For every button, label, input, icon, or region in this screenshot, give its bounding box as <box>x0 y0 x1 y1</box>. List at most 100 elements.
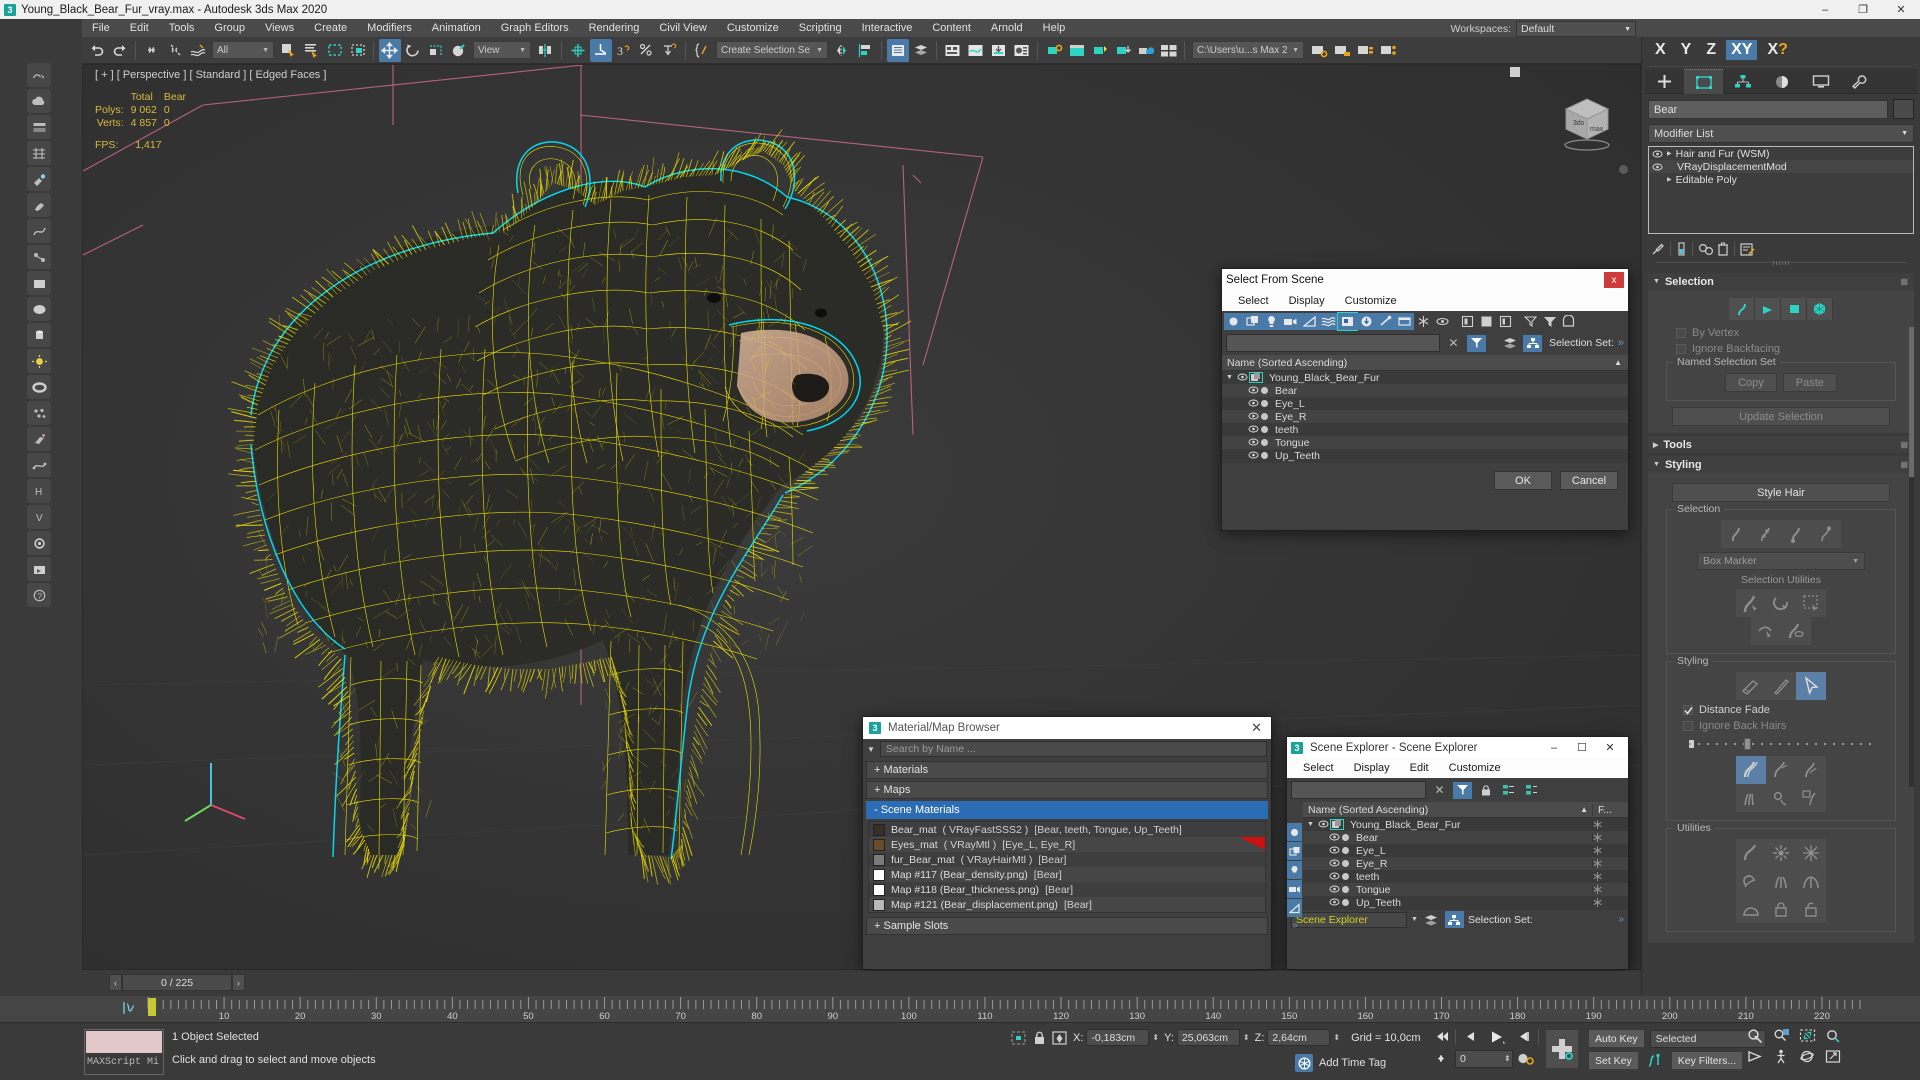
vertex-subobject-icon[interactable] <box>1755 298 1781 320</box>
tab-create[interactable] <box>1645 69 1684 94</box>
box-primitive-icon[interactable] <box>27 271 51 295</box>
filter-cameras-icon[interactable] <box>1281 312 1300 330</box>
filter-space-warps-icon[interactable] <box>1319 312 1338 330</box>
ignore-back-hairs-checkbox[interactable] <box>1683 721 1693 731</box>
hierarchy-icon[interactable] <box>1523 334 1543 352</box>
hair-brush-icon[interactable] <box>1736 672 1766 700</box>
open-project-folder-icon[interactable] <box>1331 39 1353 62</box>
filter-geometry-icon[interactable] <box>1224 312 1243 330</box>
close-button[interactable]: ✕ <box>1596 737 1624 758</box>
command-panel-scrollbar[interactable] <box>1909 327 1914 787</box>
unlink-selection-icon[interactable] <box>164 39 186 62</box>
play-animation-button[interactable] <box>1484 1027 1510 1046</box>
axis-constraint-y[interactable]: Y <box>1676 40 1697 60</box>
help-icon[interactable]: ? <box>27 583 51 607</box>
brush-size-slider[interactable] <box>1689 738 1873 750</box>
next-frame-button[interactable]: › <box>232 974 245 991</box>
menu-item-customize[interactable]: Customize <box>717 19 789 37</box>
style-hair-button[interactable]: Style Hair <box>1671 483 1891 502</box>
filter-helpers-icon[interactable] <box>1300 312 1319 330</box>
tab-hierarchy[interactable] <box>1723 69 1762 94</box>
chevron-down-icon[interactable]: ▼ <box>1411 916 1418 923</box>
scene-material-row[interactable]: fur_Bear_mat ( VRayHairMtl ) [Bear] <box>869 852 1265 867</box>
eye-icon[interactable] <box>1652 163 1663 171</box>
scene-material-row[interactable]: Bear_mat ( VRayFastSSS2 ) [Bear, teeth, To… <box>869 822 1265 837</box>
filter-groups-icon[interactable] <box>1337 311 1358 331</box>
tree-item-row[interactable]: Eye_R <box>1303 857 1628 870</box>
grid-icon[interactable] <box>27 141 51 165</box>
frozen-cell-icon[interactable] <box>1592 859 1628 868</box>
distance-fade-checkbox-row[interactable]: Distance Fade <box>1683 704 1887 716</box>
toggle-scene-explorer-button[interactable] <box>886 38 909 62</box>
material-group-maps[interactable]: + Maps <box>866 781 1268 799</box>
light-icon[interactable] <box>27 349 51 373</box>
reference-coordinate-combo[interactable]: View ▼ <box>473 41 531 59</box>
next-frame-icon[interactable] <box>1513 1027 1535 1046</box>
ignore-backfacing-checkbox-row[interactable]: Ignore Backfacing <box>1676 343 1908 355</box>
rollup-grip[interactable] <box>1656 261 1906 271</box>
tree-item-row[interactable]: Up_Teeth <box>1303 896 1628 909</box>
tree-item-row[interactable]: Eye_R <box>1222 410 1628 423</box>
zoom-icon[interactable] <box>1745 1027 1765 1044</box>
eye-icon[interactable] <box>1237 373 1248 382</box>
filter-shapes-icon[interactable] <box>1243 312 1262 330</box>
particle-icon[interactable] <box>27 401 51 425</box>
expand-toolbar-icon[interactable]: » <box>1618 337 1624 349</box>
hair-lock-icon[interactable] <box>1766 895 1796 923</box>
object-color-dot[interactable] <box>1342 834 1349 841</box>
layers-icon[interactable] <box>1422 911 1441 928</box>
filter-clear-icon[interactable] <box>1521 313 1540 330</box>
filter-toggle-icon[interactable] <box>1453 781 1472 799</box>
filter-funnel-icon[interactable] <box>1540 313 1559 330</box>
coordinate-value[interactable]: -0,183cm <box>1086 1029 1150 1046</box>
tree-item-row[interactable]: teeth <box>1222 423 1628 436</box>
eye-icon[interactable] <box>1329 872 1340 881</box>
rendered-frame-window-icon[interactable] <box>1066 39 1088 62</box>
menu-item-content[interactable]: Content <box>922 19 981 37</box>
percent-snap-toggle-icon[interactable] <box>636 39 658 62</box>
tree-root-row[interactable]: ▼ Young_Black_Bear_Fur <box>1222 371 1628 384</box>
menu-item-interactive[interactable]: Interactive <box>852 19 923 37</box>
paint-icon[interactable] <box>27 167 51 191</box>
eye-icon[interactable] <box>1248 412 1259 421</box>
select-from-scene-column-header[interactable]: Name (Sorted Ascending) ▲ <box>1222 355 1628 371</box>
menu-item-rendering[interactable]: Rendering <box>579 19 650 37</box>
frozen-cell-icon[interactable] <box>1592 820 1628 829</box>
curve-tool-icon[interactable] <box>27 219 51 243</box>
ignore-backfacing-checkbox[interactable] <box>1676 344 1686 354</box>
render-production-icon[interactable] <box>1089 39 1111 62</box>
maxscript-mini-listener[interactable]: MAXScript Mi <box>84 1029 164 1075</box>
hidden-eye-icon[interactable] <box>1433 313 1452 330</box>
modifier-stack-item[interactable]: VRayDisplacementMod <box>1649 160 1913 173</box>
object-color-dot[interactable] <box>1342 899 1349 906</box>
chevron-down-icon[interactable]: ▼ <box>1303 821 1314 828</box>
pan-view-icon[interactable] <box>1745 1048 1765 1065</box>
axis-constraint-xy[interactable]: XY <box>1726 40 1758 60</box>
cloud-icon[interactable] <box>27 89 51 113</box>
mirror-icon[interactable] <box>832 39 854 62</box>
object-color-dot[interactable] <box>1342 873 1349 880</box>
tab-modify[interactable] <box>1684 69 1723 94</box>
modifier-stack-item[interactable]: ▶ Editable Poly <box>1649 173 1913 186</box>
frame-display[interactable]: 0 / 225 <box>122 974 232 991</box>
timeline-ruler[interactable]: 10 20 30 40 50 60 70 80 90 100 110 120 130 140 150 160 1… <box>0 996 1920 1022</box>
sort-arrow-icon[interactable]: ▲ <box>1614 358 1622 367</box>
scene-material-row[interactable]: Map #121 (Bear_displacement.png) [Bear] <box>869 897 1265 912</box>
maximize-viewport-icon[interactable] <box>1823 1048 1843 1065</box>
align-icon[interactable] <box>855 39 877 62</box>
remove-modifier-icon[interactable] <box>1717 241 1729 257</box>
frozen-cell-icon[interactable] <box>1592 885 1628 894</box>
filter-cameras-icon[interactable] <box>1287 880 1302 898</box>
ribbon-toggle-icon[interactable] <box>27 115 51 139</box>
torus-primitive-icon[interactable] <box>27 375 51 399</box>
chevron-down-icon[interactable]: ▼ <box>1222 374 1233 381</box>
viewcube-home-icon[interactable] <box>1619 165 1628 174</box>
scene-explorer-dialog[interactable]: 3 Scene Explorer - Scene Explorer – ☐ ✕ … <box>1286 736 1629 970</box>
viewcube[interactable]: 3ds max <box>1552 85 1622 155</box>
hair-stand-icon[interactable] <box>1766 756 1796 784</box>
show-end-result-icon[interactable] <box>1676 241 1687 257</box>
eye-icon[interactable] <box>1329 859 1340 868</box>
collapse-all-icon[interactable] <box>1522 782 1541 799</box>
eye-icon[interactable] <box>1329 833 1340 842</box>
configure-modifier-sets-icon[interactable] <box>1740 242 1756 257</box>
